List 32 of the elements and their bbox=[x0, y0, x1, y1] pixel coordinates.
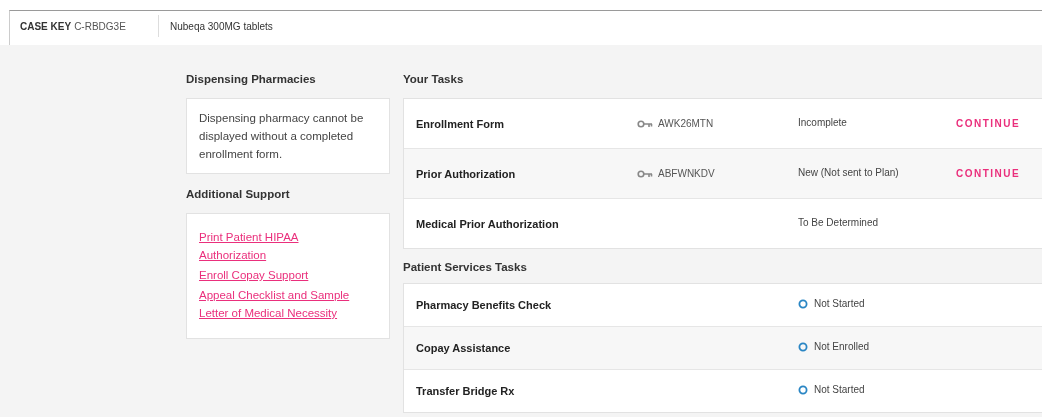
support-link[interactable]: Appeal Checklist and Sample Letter of Medical Necessity bbox=[199, 286, 377, 322]
task-status: New (Not sent to Plan) bbox=[798, 166, 899, 178]
continue-link[interactable]: CONTINUE bbox=[956, 168, 1021, 179]
info-message: Dispensing pharmacy cannot be displayed without a completed enrollment form. bbox=[199, 111, 365, 162]
task-name: Pharmacy Benefits Check bbox=[415, 299, 553, 311]
task-status: Incomplete bbox=[798, 116, 847, 128]
section-title: Your Tasks bbox=[403, 72, 465, 87]
task-name: Transfer Bridge Rx bbox=[415, 385, 516, 397]
task-status: Not Started bbox=[814, 384, 865, 395]
case-key-label: CASE KEY bbox=[20, 20, 72, 32]
task-key: ABFWNKDV bbox=[658, 168, 715, 179]
task-name: Medical Prior Authorization bbox=[415, 217, 560, 230]
section-title: Dispensing Pharmacies bbox=[186, 72, 317, 87]
status-circle-icon bbox=[798, 341, 808, 352]
task-name: Enrollment Form bbox=[415, 117, 505, 130]
continue-link[interactable]: CONTINUE bbox=[956, 118, 1021, 129]
status-circle-icon bbox=[798, 298, 808, 309]
support-link[interactable]: Enroll Copay Support bbox=[199, 266, 309, 284]
task-key: AWK26MTN bbox=[658, 118, 714, 129]
task-name: Prior Authorization bbox=[415, 167, 517, 180]
status-circle-icon bbox=[798, 384, 808, 395]
section-title: Patient Services Tasks bbox=[403, 260, 528, 275]
case-key-value: C-RBDG3E bbox=[74, 20, 126, 32]
section-title: Additional Support bbox=[186, 187, 291, 202]
key-icon bbox=[637, 169, 653, 178]
task-status: To Be Determined bbox=[798, 216, 879, 228]
task-name: Copay Assistance bbox=[415, 342, 512, 354]
task-status: Not Started bbox=[814, 298, 865, 309]
key-icon bbox=[637, 119, 653, 128]
support-link[interactable]: Print Patient HIPAA Authorization bbox=[199, 228, 319, 264]
product-name: Nubeqa 300MG tablets bbox=[169, 20, 273, 32]
task-status: Not Enrolled bbox=[814, 341, 870, 352]
